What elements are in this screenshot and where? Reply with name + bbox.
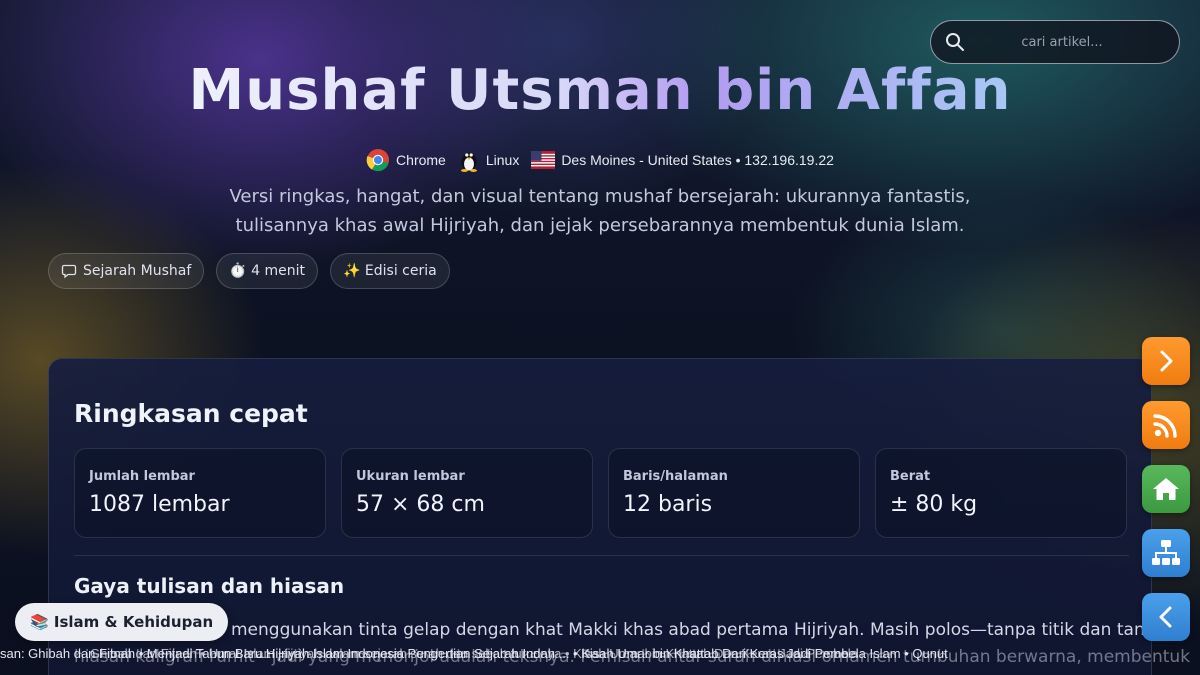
chip-reading-time-label: ⏱️ 4 menit (229, 263, 306, 279)
rss-icon (1153, 414, 1177, 438)
stats-row: Jumlah lembar 1087 lembar Ukuran lembar … (74, 448, 1127, 538)
search-icon (946, 33, 964, 51)
chrome-icon (366, 149, 390, 172)
chip-edition[interactable]: ✨ Edisi ceria (330, 253, 450, 289)
stat-value: ± 80 kg (890, 492, 978, 517)
subtitle-line-1: Versi ringkas, hangat, dan visual tentan… (229, 186, 971, 207)
stat-card: Berat ± 80 kg (875, 448, 1127, 538)
page-title: Mushaf Utsman bin Affan (188, 58, 1012, 123)
stat-label: Berat (890, 469, 931, 484)
news-ticker[interactable]: Ghibah dan Fitnah • Umat Islam Hijriyah … (0, 643, 1200, 665)
ticker-text-front: san: Ghibah dan Fitnah • Menjadi Tahun B… (0, 646, 948, 661)
stat-value: 12 baris (623, 492, 713, 517)
category-badge[interactable]: 📚 Islam & Kehidupan (15, 603, 229, 641)
next-button[interactable] (1142, 337, 1190, 385)
section-heading: Gaya tulisan dan hiasan (74, 574, 345, 598)
chevron-right-icon (1160, 350, 1173, 372)
home-icon (1153, 478, 1179, 500)
chat-bubble-icon (61, 264, 77, 279)
chip-category-label: Sejarah Mushaf (83, 263, 192, 279)
back-button[interactable] (1142, 593, 1190, 641)
chip-edition-label: ✨ Edisi ceria (343, 263, 437, 279)
location-info: Des Moines - United States • 132.196.19.… (531, 151, 834, 169)
us-flag-icon (531, 151, 556, 169)
sitemap-icon (1152, 540, 1180, 565)
stat-value: 57 × 68 cm (356, 492, 485, 517)
subtitle-line-2: tulisannya khas awal Hijriyah, dan jejak… (235, 215, 965, 236)
tag-chips: Sejarah Mushaf ⏱️ 4 menit ✨ Edisi ceria (48, 253, 450, 289)
linux-penguin-icon (460, 153, 477, 172)
chip-category[interactable]: Sejarah Mushaf (48, 253, 205, 289)
browser-label: Chrome (396, 152, 446, 168)
stat-label: Jumlah lembar (89, 469, 195, 484)
search-input[interactable] (965, 34, 1179, 50)
sitemap-button[interactable] (1142, 529, 1190, 577)
home-button[interactable] (1142, 465, 1190, 513)
stat-card: Jumlah lembar 1087 lembar (74, 448, 326, 538)
paragraph-line-1: menggunakan tinta gelap dengan khat Makk… (231, 620, 1166, 640)
stat-card: Ukuran lembar 57 × 68 cm (341, 448, 593, 538)
os-info: Linux (458, 148, 519, 172)
chevron-left-icon (1159, 606, 1172, 628)
rss-button[interactable] (1142, 401, 1190, 449)
visitor-meta: Chrome Linux Des Moines - United States … (0, 148, 1200, 172)
location-label: Des Moines - United States • 132.196.19.… (561, 152, 834, 168)
section-divider (74, 555, 1129, 556)
stat-label: Baris/halaman (623, 469, 728, 484)
stat-value: 1087 lembar (89, 492, 230, 517)
stat-card: Baris/halaman 12 baris (608, 448, 860, 538)
category-badge-label: 📚 Islam & Kehidupan (30, 613, 214, 631)
page-subtitle: Versi ringkas, hangat, dan visual tentan… (200, 182, 1000, 240)
os-label: Linux (485, 152, 520, 168)
summary-heading: Ringkasan cepat (74, 399, 308, 428)
browser-info: Chrome (366, 148, 446, 172)
chip-reading-time[interactable]: ⏱️ 4 menit (216, 253, 319, 289)
stat-label: Ukuran lembar (356, 469, 465, 484)
